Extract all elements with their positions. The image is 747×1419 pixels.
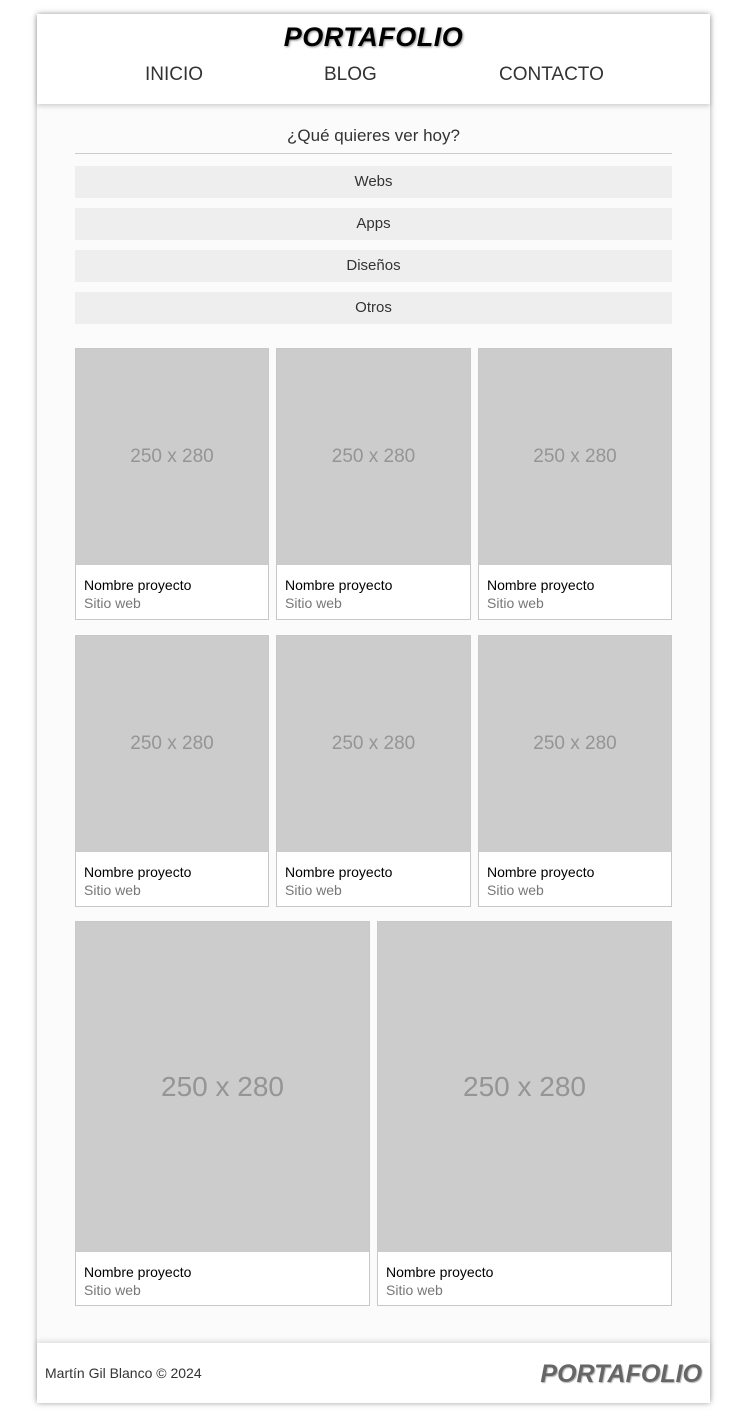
site-footer: Martín Gil Blanco © 2024 PORTAFOLIO xyxy=(37,1343,710,1403)
project-name: Nombre proyecto xyxy=(84,577,192,593)
project-type: Sitio web xyxy=(84,882,141,898)
project-card[interactable]: 250 x 280 Nombre proyecto Sitio web xyxy=(75,635,269,907)
project-name: Nombre proyecto xyxy=(487,864,595,880)
project-thumbnail: 250 x 280 xyxy=(479,636,671,852)
project-card[interactable]: 250 x 280 Nombre proyecto Sitio web xyxy=(75,921,370,1306)
project-name: Nombre proyecto xyxy=(386,1264,494,1280)
nav-link-inicio[interactable]: INICIO xyxy=(145,64,203,86)
project-type: Sitio web xyxy=(386,1282,443,1298)
filter-button-otros[interactable]: Otros xyxy=(75,292,672,324)
site-header: PORTAFOLIO INICIO BLOG CONTACTO xyxy=(37,14,710,104)
project-thumbnail: 250 x 280 xyxy=(76,636,268,852)
project-card[interactable]: 250 x 280 Nombre proyecto Sitio web xyxy=(478,635,672,907)
project-card[interactable]: 250 x 280 Nombre proyecto Sitio web xyxy=(276,348,471,620)
footer-credit: Martín Gil Blanco © 2024 xyxy=(45,1365,202,1381)
filter-question: ¿Qué quieres ver hoy? xyxy=(287,126,460,145)
project-type: Sitio web xyxy=(84,595,141,611)
project-card[interactable]: 250 x 280 Nombre proyecto Sitio web xyxy=(478,348,672,620)
project-thumbnail: 250 x 280 xyxy=(479,349,671,565)
project-card[interactable]: 250 x 280 Nombre proyecto Sitio web xyxy=(377,921,672,1306)
project-name: Nombre proyecto xyxy=(487,577,595,593)
project-thumbnail: 250 x 280 xyxy=(277,636,470,852)
project-card[interactable]: 250 x 280 Nombre proyecto Sitio web xyxy=(276,635,471,907)
project-thumbnail: 250 x 280 xyxy=(378,922,671,1252)
project-type: Sitio web xyxy=(487,882,544,898)
nav-link-contacto[interactable]: CONTACTO xyxy=(499,64,604,86)
divider xyxy=(75,153,672,154)
footer-logo[interactable]: PORTAFOLIO xyxy=(540,1360,702,1389)
filter-button-disenos[interactable]: Diseños xyxy=(75,250,672,282)
nav-link-blog[interactable]: BLOG xyxy=(324,64,377,86)
project-name: Nombre proyecto xyxy=(84,864,192,880)
page-container: PORTAFOLIO INICIO BLOG CONTACTO ¿Qué qui… xyxy=(37,14,710,1403)
project-type: Sitio web xyxy=(285,882,342,898)
project-name: Nombre proyecto xyxy=(84,1264,192,1280)
project-card[interactable]: 250 x 280 Nombre proyecto Sitio web xyxy=(75,348,269,620)
site-logo[interactable]: PORTAFOLIO xyxy=(37,22,710,53)
project-type: Sitio web xyxy=(487,595,544,611)
project-type: Sitio web xyxy=(285,595,342,611)
filter-button-webs[interactable]: Webs xyxy=(75,166,672,198)
project-thumbnail: 250 x 280 xyxy=(277,349,470,565)
project-name: Nombre proyecto xyxy=(285,864,393,880)
project-type: Sitio web xyxy=(84,1282,141,1298)
project-name: Nombre proyecto xyxy=(285,577,393,593)
project-thumbnail: 250 x 280 xyxy=(76,922,369,1252)
filter-button-apps[interactable]: Apps xyxy=(75,208,672,240)
project-thumbnail: 250 x 280 xyxy=(76,349,268,565)
